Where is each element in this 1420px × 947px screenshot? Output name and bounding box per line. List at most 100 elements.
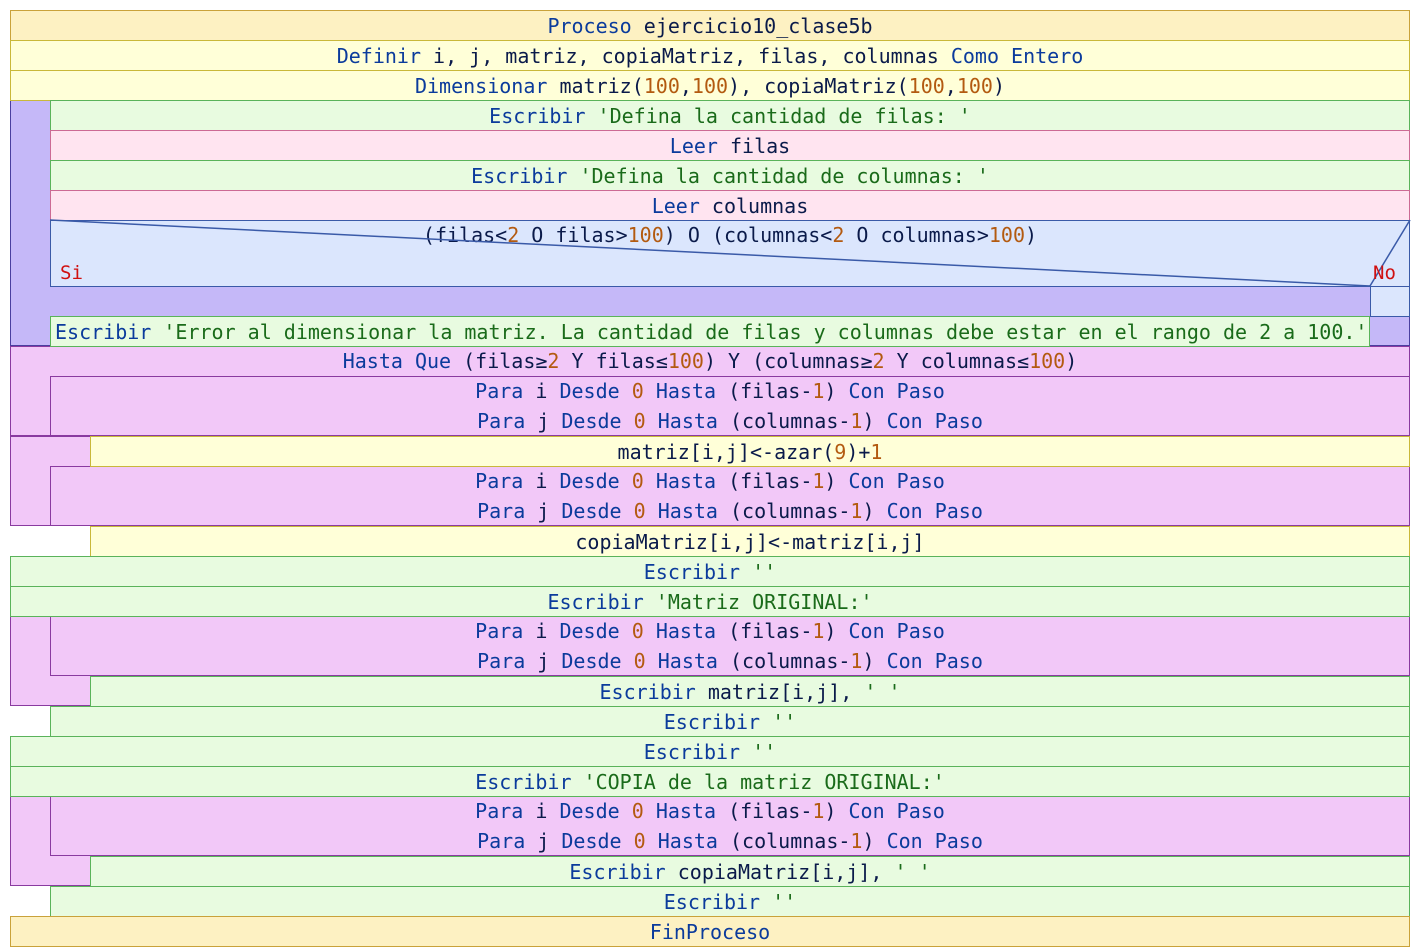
code-token: (filas- (716, 799, 813, 823)
code-token: Con Paso (886, 409, 983, 433)
code-token: Escribir (471, 163, 568, 188)
write-copy-cell-statement: Escribir copiaMatriz[i,j], ' ' (90, 856, 1410, 887)
code-token: 1 (850, 409, 863, 433)
code-token: (columnas- (717, 499, 851, 523)
write-statement: Escribir '' (10, 736, 1410, 767)
code-token: ) (1065, 349, 1078, 373)
code-token: Hasta (655, 619, 717, 643)
code-token: i (523, 379, 560, 403)
code-token: Hasta (655, 379, 717, 403)
code-token: j (525, 499, 562, 523)
code-token: Hasta (655, 469, 717, 493)
code-token: Para (477, 409, 526, 433)
code-token: Escribir (547, 589, 644, 614)
code-token: matriz[i,j]<-azar( (617, 439, 835, 464)
code-token: 1 (812, 379, 825, 403)
code-token: matriz( (547, 73, 644, 98)
code-token: Hasta (657, 499, 718, 523)
code-token: Hasta (657, 409, 718, 433)
write-statement: Escribir '' (10, 556, 1410, 587)
code-token: ) (824, 619, 849, 643)
code-token: Para (477, 499, 526, 523)
code-token: Con Paso (886, 829, 983, 853)
code-token: Desde (559, 469, 620, 493)
code-token: 'Matriz ORIGINAL:' (643, 589, 873, 614)
code-token: 0 (633, 409, 646, 433)
assign-random-statement: matriz[i,j]<-azar(9)+ 1 (90, 436, 1410, 467)
code-token: )+ (846, 439, 871, 464)
code-token: Hasta Que (342, 349, 452, 373)
condition-yes-label: Si (60, 262, 83, 284)
code-token: 1 (850, 829, 863, 853)
condition-diagonal-line (49, 219, 1371, 287)
code-token: 100 (667, 349, 704, 373)
code-token: 1 (850, 499, 863, 523)
code-token: Desde (561, 649, 622, 673)
code-token: (filas- (716, 619, 813, 643)
code-token: filas (717, 133, 791, 158)
code-token: Como Entero (950, 43, 1084, 68)
code-token: 1 (812, 469, 825, 493)
repeat-until-condition: Hasta Que (filas≥ 2 Y filas≤ 100) Y (colum… (10, 346, 1410, 376)
code-token: Para (475, 469, 524, 493)
condition-no-label: No (1373, 262, 1396, 284)
code-token: 100 (1029, 349, 1066, 373)
code-token: Escribir (663, 709, 761, 734)
code-token: '' (760, 709, 797, 734)
code-token: 2 (872, 349, 885, 373)
write-statement: Escribir 'Defina la cantidad de columnas… (50, 160, 1410, 191)
code-token: i (523, 469, 560, 493)
code-token: Leer (651, 193, 700, 218)
code-token: 0 (633, 829, 646, 853)
write-statement: Escribir 'Defina la cantidad de filas: ' (50, 100, 1410, 131)
code-token: Dimensionar (414, 73, 548, 98)
code-token: 1 (812, 619, 825, 643)
code-token: ) Y (columnas≥ (703, 349, 873, 373)
code-token: , (944, 73, 957, 98)
code-token: ) (992, 73, 1006, 98)
code-token: ) (824, 799, 849, 823)
code-token: (filas- (716, 469, 813, 493)
code-token: (columnas- (717, 829, 851, 853)
code-token: Con Paso (886, 649, 983, 673)
for-i-header: Para i Desde 0 Hasta (filas- 1) Con Paso (10, 616, 1410, 646)
code-token: ) (862, 409, 887, 433)
code-token: 100 (643, 73, 680, 98)
code-token: Escribir (643, 559, 741, 584)
code-token: Escribir (643, 739, 741, 764)
read-statement: Leer columnas (50, 190, 1410, 221)
code-token: 'Defina la cantidad de columnas: ' (567, 163, 989, 188)
code-token: Definir (336, 43, 422, 68)
code-token: Con Paso (848, 469, 945, 493)
code-token: i, j, matriz, copiaMatriz, filas, column… (421, 43, 951, 68)
code-token: 'Defina la cantidad de filas: ' (585, 103, 971, 128)
code-token: 2 (547, 349, 560, 373)
code-token: copiaMatriz[i,j]<-matriz[i,j] (575, 529, 925, 554)
process-header: Proceso ejercicio10_clase5b (10, 10, 1410, 41)
code-token: Escribir (489, 103, 586, 128)
code-token: '' (760, 889, 797, 914)
code-token: Hasta (657, 649, 718, 673)
code-token: Con Paso (886, 499, 983, 523)
code-token: Desde (559, 619, 620, 643)
code-token: Para (475, 799, 524, 823)
code-token: 0 (631, 469, 644, 493)
code-token: Con Paso (848, 799, 945, 823)
code-token: Para (475, 379, 524, 403)
code-token: Desde (559, 379, 620, 403)
code-token: 0 (631, 619, 644, 643)
code-token: 1 (812, 799, 825, 823)
no-branch-empty-cell (1370, 286, 1410, 317)
code-token: '' (740, 559, 777, 584)
